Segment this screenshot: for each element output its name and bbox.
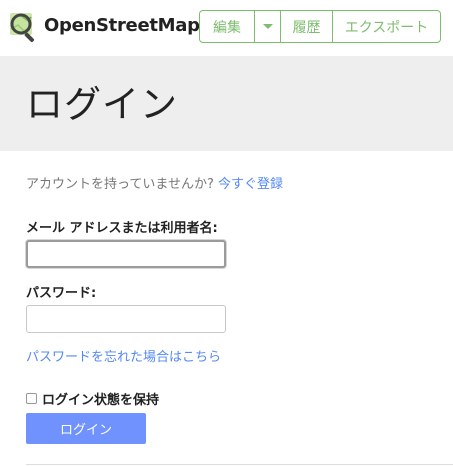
password-label: パスワード:: [26, 286, 97, 301]
no-account-prompt: アカウントを持っていませんか? 今すぐ登録: [26, 173, 283, 192]
username-label: メール アドレスまたは利用者名:: [26, 221, 218, 236]
register-link[interactable]: 今すぐ登録: [218, 177, 283, 192]
login-button[interactable]: ログイン: [26, 413, 146, 444]
edit-menu-toggle[interactable]: [254, 11, 280, 42]
username-input[interactable]: [26, 240, 226, 268]
form-divider: [26, 464, 453, 465]
page-title: ログイン: [26, 83, 178, 126]
remember-label[interactable]: ログイン状態を保持: [42, 389, 159, 408]
history-button[interactable]: 履歴: [280, 11, 332, 42]
site-header: OpenStreetMap 編集 履歴 エクスポート: [0, 0, 453, 56]
site-brand[interactable]: OpenStreetMap: [44, 15, 200, 36]
no-account-text: アカウントを持っていませんか?: [26, 177, 214, 192]
osm-logo-icon[interactable]: [8, 11, 40, 43]
export-button[interactable]: エクスポート: [332, 11, 440, 42]
remember-checkbox-icon[interactable]: [26, 393, 37, 404]
nav-button-group: 編集 履歴 エクスポート: [199, 10, 441, 43]
password-input[interactable]: [26, 305, 226, 333]
remember-me[interactable]: ログイン状態を保持: [26, 389, 159, 408]
caret-down-icon: [262, 24, 273, 29]
page-title-band: ログイン: [0, 56, 453, 151]
forgot-password-link[interactable]: パスワードを忘れた場合はこちら: [26, 346, 221, 365]
edit-button[interactable]: 編集: [200, 11, 254, 42]
